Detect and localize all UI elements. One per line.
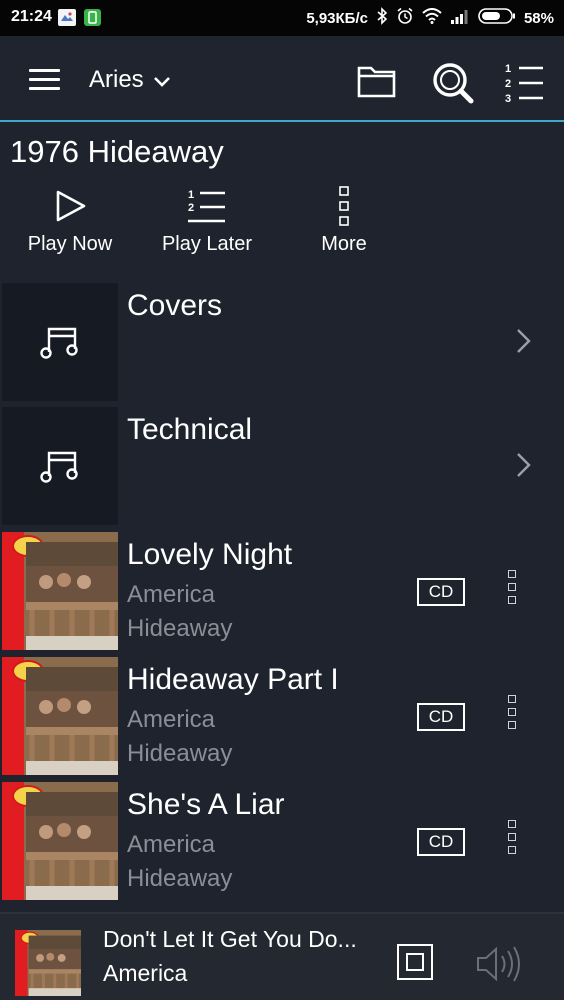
alarm-icon — [396, 7, 414, 29]
menu-icon[interactable] — [29, 69, 60, 91]
more-button[interactable]: More — [276, 182, 412, 256]
queue-icon[interactable]: 1 2 3 — [503, 60, 547, 105]
svg-text:2: 2 — [505, 78, 511, 90]
format-badge: CD — [417, 703, 465, 731]
folder-row-covers[interactable]: Covers — [0, 283, 564, 401]
track-title: Hideaway Part I — [127, 663, 339, 696]
format-badge: CD — [417, 578, 465, 606]
folder-row-technical[interactable]: Technical — [0, 407, 564, 525]
chevron-down-icon[interactable] — [152, 74, 172, 93]
svg-text:3: 3 — [505, 93, 511, 105]
track-artist: America — [127, 581, 216, 608]
track-title: Lovely Night — [127, 538, 293, 571]
now-playing-bar[interactable]: Don't Let It Get You Do... America — [0, 912, 564, 1000]
gallery-icon — [58, 9, 76, 26]
now-playing-title: Don't Let It Get You Do... — [103, 926, 357, 952]
music-note-icon — [2, 283, 118, 401]
status-time: 21:24 — [11, 8, 52, 25]
svg-text:2: 2 — [188, 202, 194, 214]
play-later-button[interactable]: 1 2 Play Later — [139, 182, 275, 256]
track-album: Hideaway — [127, 615, 233, 642]
track-album: Hideaway — [127, 865, 233, 892]
battery-app-icon — [84, 9, 101, 26]
track-artist: America — [127, 831, 216, 858]
svg-text:1: 1 — [505, 63, 511, 75]
search-icon[interactable] — [429, 60, 474, 104]
format-badge: CD — [417, 828, 465, 856]
chevron-right-icon — [515, 452, 531, 483]
play-icon — [2, 182, 138, 230]
zone-selector-label[interactable]: Aries — [89, 66, 144, 94]
track-title: She's A Liar — [127, 788, 285, 821]
more-icon — [276, 182, 412, 230]
svg-text:1: 1 — [188, 189, 194, 201]
track-row[interactable]: Hideaway Part I America Hideaway CD — [0, 657, 564, 775]
page-title: 1976 Hideaway — [10, 134, 224, 169]
now-playing-cover — [15, 930, 81, 996]
now-playing-artist: America — [103, 960, 188, 986]
album-cover — [2, 782, 118, 900]
volume-icon[interactable] — [474, 944, 526, 989]
music-note-icon — [2, 407, 118, 525]
track-artist: America — [127, 706, 216, 733]
queue-list-icon: 1 2 — [139, 182, 275, 230]
album-cover — [2, 657, 118, 775]
play-now-label: Play Now — [27, 233, 113, 255]
more-icon[interactable] — [508, 695, 522, 734]
track-album: Hideaway — [127, 740, 233, 767]
chevron-right-icon — [515, 328, 531, 359]
track-row[interactable]: Lovely Night America Hideaway CD — [0, 532, 564, 650]
album-cover — [2, 532, 118, 650]
wifi-icon — [422, 8, 442, 28]
signal-icon — [450, 9, 470, 28]
track-row[interactable]: She's A Liar America Hideaway CD — [0, 782, 564, 900]
folder-icon[interactable] — [355, 60, 399, 104]
play-now-button[interactable]: Play Now — [2, 182, 138, 256]
battery-percent: 58% — [523, 9, 554, 27]
stop-icon[interactable] — [397, 944, 433, 980]
bluetooth-icon — [376, 7, 388, 29]
status-bar: 21:24 5,93КБ/с 58% — [0, 0, 564, 36]
folder-title: Covers — [127, 289, 223, 322]
play-later-label: Play Later — [161, 233, 253, 255]
more-label: More — [321, 233, 367, 255]
folder-title: Technical — [127, 413, 253, 446]
more-icon[interactable] — [508, 570, 522, 609]
battery-icon — [478, 7, 516, 29]
app-top-bar: Aries 1 2 3 — [0, 36, 564, 122]
more-icon[interactable] — [508, 820, 522, 859]
network-speed: 5,93КБ/с — [306, 9, 368, 27]
